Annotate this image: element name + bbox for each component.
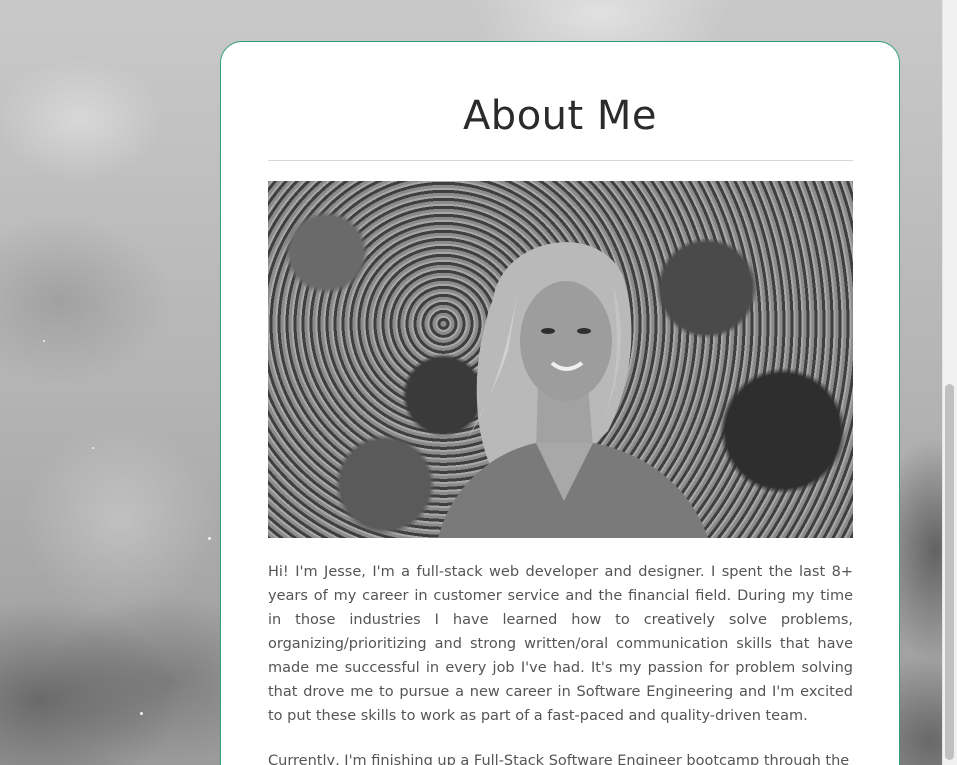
background-speck — [208, 537, 211, 540]
left-eye — [541, 328, 555, 334]
page-scrollbar-thumb[interactable] — [945, 384, 954, 760]
bio-paragraph: Hi! I'm Jesse, I'm a full-stack web deve… — [268, 564, 853, 724]
background-speck — [43, 340, 45, 342]
about-bio: Hi! I'm Jesse, I'm a full-stack web deve… — [268, 560, 853, 765]
about-title: About Me — [462, 93, 658, 139]
bio-paragraph: Currently, I'm finishing up a Full-Stack… — [268, 753, 850, 765]
about-card: About Me Hi! I'm Jesse, I'm a full-stack… — [220, 41, 900, 765]
face-shape — [520, 281, 612, 401]
background-speck — [92, 447, 94, 449]
title-divider — [268, 160, 853, 161]
portrait-illustration — [438, 242, 708, 538]
background-speck — [140, 712, 143, 715]
right-eye — [577, 328, 591, 334]
profile-photo — [268, 181, 853, 538]
